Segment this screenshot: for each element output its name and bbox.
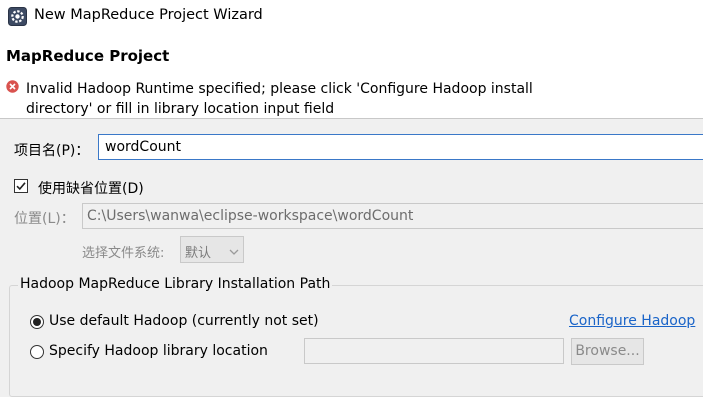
filesystem-select-value: 默认 — [185, 246, 212, 261]
project-name-input[interactable] — [98, 134, 703, 160]
window-title: New MapReduce Project Wizard — [34, 7, 263, 23]
page-title: MapReduce Project — [6, 47, 170, 65]
use-default-location-label[interactable]: 使用缺省位置(D) — [38, 178, 144, 198]
location-label: 位置(L)： — [14, 211, 75, 227]
project-name-label: 项目名(P)： — [14, 143, 90, 159]
location-input — [82, 203, 703, 229]
checkmark-icon — [16, 182, 26, 191]
error-icon — [6, 80, 19, 93]
filesystem-select: 默认 — [180, 236, 244, 263]
configure-hadoop-link[interactable]: Configure Hadoop — [569, 313, 695, 329]
use-default-hadoop-label[interactable]: Use default Hadoop (currently not set) — [49, 313, 319, 329]
wizard-header: MapReduce Project Invalid Hadoop Runtime… — [0, 34, 703, 119]
hadoop-group-title: Hadoop MapReduce Library Installation Pa… — [18, 276, 333, 292]
filesystem-label: 选择文件系统: — [82, 246, 165, 261]
chevron-down-icon — [229, 245, 239, 260]
window-titlebar: New MapReduce Project Wizard — [0, 0, 703, 34]
browse-button: Browse... — [571, 338, 644, 365]
use-default-location-checkbox[interactable] — [14, 179, 28, 193]
mapreduce-gear-icon — [8, 7, 27, 26]
radio-selected-dot — [33, 318, 41, 326]
hadoop-library-location-input — [304, 338, 564, 364]
error-message: Invalid Hadoop Runtime specified; please… — [26, 81, 533, 117]
specify-hadoop-location-radio[interactable] — [30, 345, 44, 359]
use-default-hadoop-radio[interactable] — [30, 315, 44, 329]
specify-hadoop-location-label[interactable]: Specify Hadoop library location — [49, 343, 268, 359]
